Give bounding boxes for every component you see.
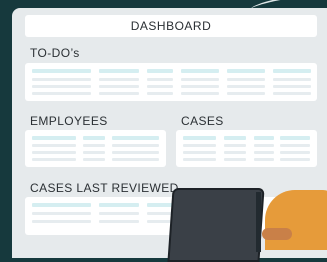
employees-row bbox=[112, 151, 159, 154]
todos-row bbox=[32, 92, 91, 95]
employees-card bbox=[25, 130, 166, 167]
todos-column-header bbox=[147, 69, 173, 73]
employees-column-header bbox=[112, 136, 159, 140]
todos-column-header bbox=[181, 69, 219, 73]
todos-title: TO-DO’s bbox=[30, 46, 80, 60]
employees-row bbox=[83, 144, 105, 147]
todos-column-header bbox=[273, 69, 311, 73]
todos-row bbox=[181, 85, 219, 88]
todos-column-header bbox=[99, 69, 139, 73]
todos-column-header bbox=[32, 69, 91, 73]
person-illustration bbox=[265, 190, 327, 250]
cases-last-reviewed-column-header bbox=[99, 203, 139, 207]
employees-column-header bbox=[32, 136, 76, 140]
todos-row bbox=[227, 85, 265, 88]
cases-column-header bbox=[254, 136, 274, 140]
todos-row bbox=[181, 92, 219, 95]
employees-row bbox=[32, 158, 76, 161]
todos-row bbox=[273, 85, 311, 88]
dashboard-header: DASHBOARD bbox=[25, 15, 317, 37]
cases-row bbox=[224, 151, 246, 154]
employees-row bbox=[32, 151, 76, 154]
todos-row bbox=[99, 78, 139, 81]
todos-row bbox=[32, 85, 91, 88]
cases-last-reviewed-row bbox=[32, 212, 91, 215]
todos-row bbox=[181, 78, 219, 81]
todos-row bbox=[147, 92, 173, 95]
cases-title: CASES bbox=[181, 114, 224, 128]
cases-last-reviewed-column-header bbox=[147, 203, 173, 207]
cases-row bbox=[183, 158, 216, 161]
employees-row bbox=[83, 158, 105, 161]
cases-column-header bbox=[183, 136, 216, 140]
todos-card bbox=[25, 63, 317, 101]
employees-title: EMPLOYEES bbox=[30, 114, 108, 128]
employees-row bbox=[112, 144, 159, 147]
cases-row bbox=[254, 158, 274, 161]
laptop-edge-illustration bbox=[256, 192, 261, 252]
todos-row bbox=[99, 85, 139, 88]
laptop-illustration bbox=[167, 188, 265, 262]
cases-row bbox=[254, 144, 274, 147]
employees-row bbox=[32, 144, 76, 147]
cases-last-reviewed-row bbox=[99, 212, 139, 215]
employees-row bbox=[83, 151, 105, 154]
hand-illustration bbox=[262, 228, 292, 240]
cases-card bbox=[176, 130, 317, 167]
cases-last-reviewed-row bbox=[99, 220, 139, 223]
employees-column-header bbox=[83, 136, 105, 140]
cases-row bbox=[280, 158, 310, 161]
todos-row bbox=[147, 78, 173, 81]
employees-row bbox=[112, 158, 159, 161]
cases-last-reviewed-title: CASES LAST REVIEWED bbox=[30, 181, 179, 195]
cases-last-reviewed-row bbox=[147, 212, 173, 215]
cases-row bbox=[254, 151, 274, 154]
cases-column-header bbox=[224, 136, 246, 140]
page-title: DASHBOARD bbox=[130, 19, 212, 33]
todos-row bbox=[227, 78, 265, 81]
todos-column-header bbox=[227, 69, 265, 73]
todos-row bbox=[147, 85, 173, 88]
cases-row bbox=[224, 158, 246, 161]
cases-row bbox=[280, 144, 310, 147]
todos-row bbox=[227, 92, 265, 95]
cases-row bbox=[183, 144, 216, 147]
todos-row bbox=[273, 92, 311, 95]
cases-last-reviewed-row bbox=[147, 220, 173, 223]
cases-last-reviewed-row bbox=[32, 220, 91, 223]
todos-row bbox=[32, 78, 91, 81]
cases-row bbox=[183, 151, 216, 154]
todos-row bbox=[273, 78, 311, 81]
cases-last-reviewed-column-header bbox=[32, 203, 91, 207]
cases-row bbox=[224, 144, 246, 147]
cases-row bbox=[280, 151, 310, 154]
todos-row bbox=[99, 92, 139, 95]
cases-column-header bbox=[280, 136, 310, 140]
